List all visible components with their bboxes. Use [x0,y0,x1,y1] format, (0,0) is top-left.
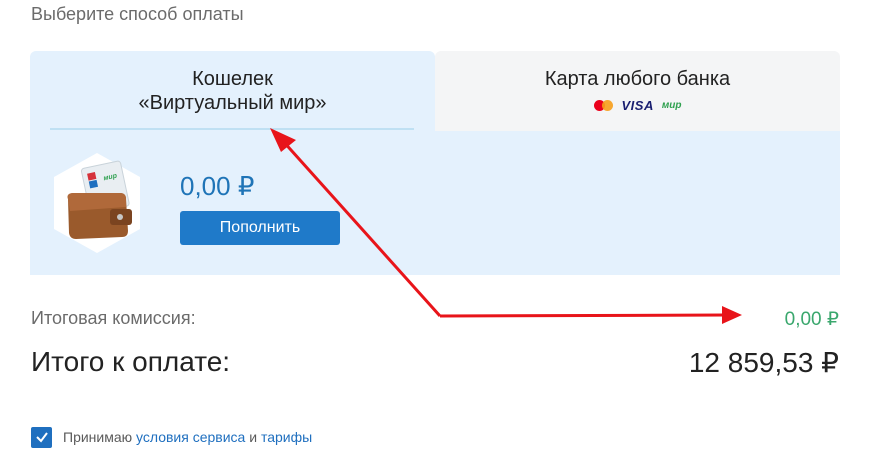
terms-prefix: Принимаю [63,429,133,445]
visa-logo: VISA [621,98,654,113]
terms-and: и [249,429,258,445]
wallet-icon: мир [54,153,140,253]
section-title: Выберите способ оплаты [31,4,244,24]
mir-logo: мир [661,100,682,111]
total-label: Итого к оплате: [31,346,231,377]
commission-value: 0,00 ₽ [784,309,839,330]
terms-checkbox[interactable] [31,426,52,448]
terms-agreement: Принимаю условия сервиса и тарифы [31,426,312,448]
tab-active-underline [50,128,414,130]
terms-of-service-link[interactable]: условия сервиса [136,429,245,445]
card-logos: VISA мир [593,98,682,113]
tariffs-link[interactable]: тарифы [261,429,312,445]
total-value: 12 859,53 ₽ [688,347,839,378]
tab-bank-card-label: Карта любого банка [544,68,731,90]
tab-wallet-label-line2: «Виртуальный мир» [138,92,327,114]
check-icon [35,432,48,443]
terms-text: Принимаю условия сервиса и тарифы [63,429,312,445]
tab-bank-card[interactable]: Карта любого банка VISA мир [435,51,840,131]
wallet-panel: мир 0,00 ₽ Пополнить [30,131,840,275]
topup-button[interactable]: Пополнить [180,211,340,245]
wallet-balance: 0,00 ₽ [180,171,255,201]
mastercard-icon [593,100,614,111]
payment-method-tabs: Кошелек «Виртуальный мир» Карта любого б… [30,51,840,131]
tab-wallet[interactable]: Кошелек «Виртуальный мир» [30,51,435,131]
tab-wallet-label-line1: Кошелек [192,68,273,90]
commission-label: Итоговая комиссия: [31,308,196,328]
